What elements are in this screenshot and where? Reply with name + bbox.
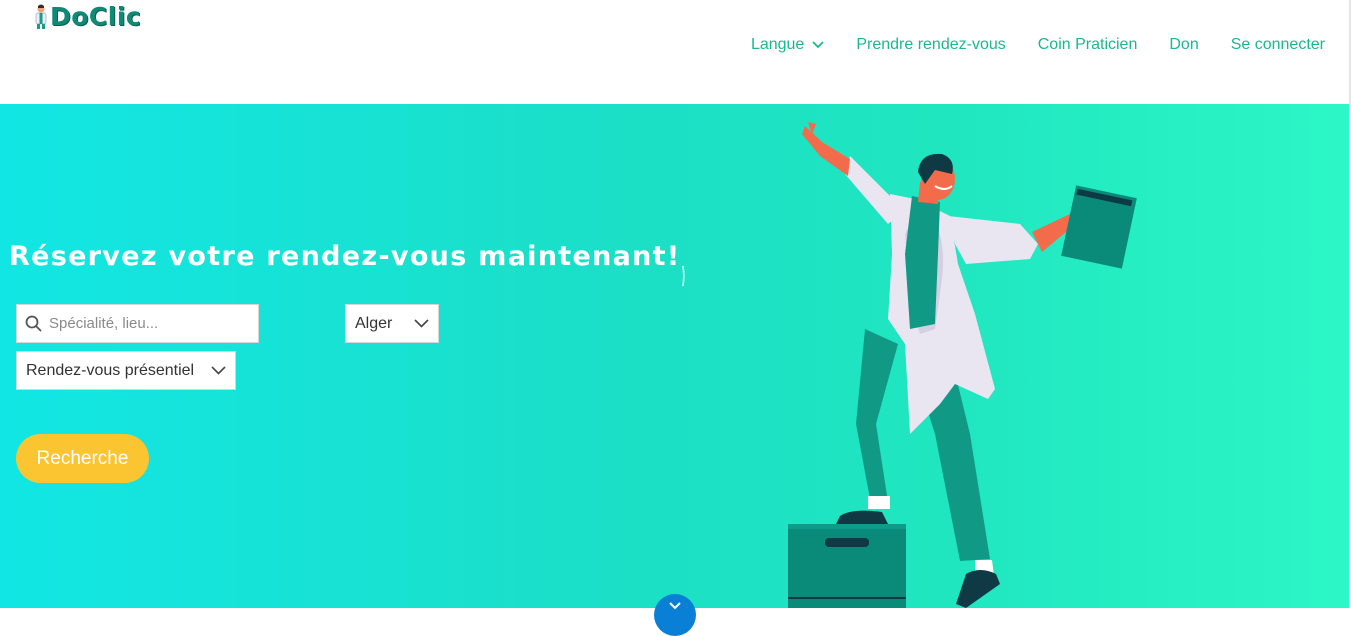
appointment-type-select[interactable]: Rendez-vous présentiel: [16, 351, 236, 390]
logo[interactable]: DoClic: [34, 2, 141, 31]
search-icon: [25, 315, 42, 332]
search-field[interactable]: [16, 304, 259, 343]
nav-item-don[interactable]: Don: [1169, 36, 1198, 54]
decorative-mark: [682, 265, 685, 287]
chevron-down-icon: [669, 602, 681, 610]
nav-item-coin-praticien[interactable]: Coin Praticien: [1038, 36, 1138, 54]
nav-item-label: Don: [1169, 36, 1199, 53]
city-select-value: Alger: [355, 314, 393, 332]
appointment-type-value: Rendez-vous présentiel: [26, 361, 195, 379]
nav-item-label: Coin Praticien: [1037, 36, 1138, 53]
nav-item-label: Langue: [750, 36, 805, 53]
doctor-logo-icon: [35, 4, 47, 29]
hero-title: Réservez votre rendez-vous maintenant!: [9, 241, 681, 272]
chevron-down-icon: [812, 41, 824, 49]
brand-name: DoClic: [50, 2, 142, 31]
site-header: DoClic Langue Prendre rendez-vous Coin P…: [0, 0, 1351, 104]
city-select[interactable]: Alger: [345, 304, 439, 343]
nav-item-label: Se connecter: [1230, 36, 1325, 53]
doctor-illustration: [788, 122, 1137, 608]
search-input[interactable]: [49, 315, 239, 332]
chevron-down-icon: [211, 366, 226, 375]
nav-item-prendre-rendez-vous[interactable]: Prendre rendez-vous: [856, 36, 1005, 54]
hero-section: Réservez votre rendez-vous maintenant! A…: [0, 104, 1349, 608]
chevron-down-icon: [414, 319, 429, 328]
nav-item-se-connecter[interactable]: Se connecter: [1231, 36, 1325, 54]
nav-item-label: Prendre rendez-vous: [856, 36, 1006, 53]
main-nav: Langue Prendre rendez-vous Coin Praticie…: [719, 36, 1325, 54]
search-button[interactable]: Recherche: [16, 434, 149, 483]
scroll-down-button[interactable]: [654, 594, 696, 636]
nav-item-langue[interactable]: Langue: [751, 36, 824, 54]
